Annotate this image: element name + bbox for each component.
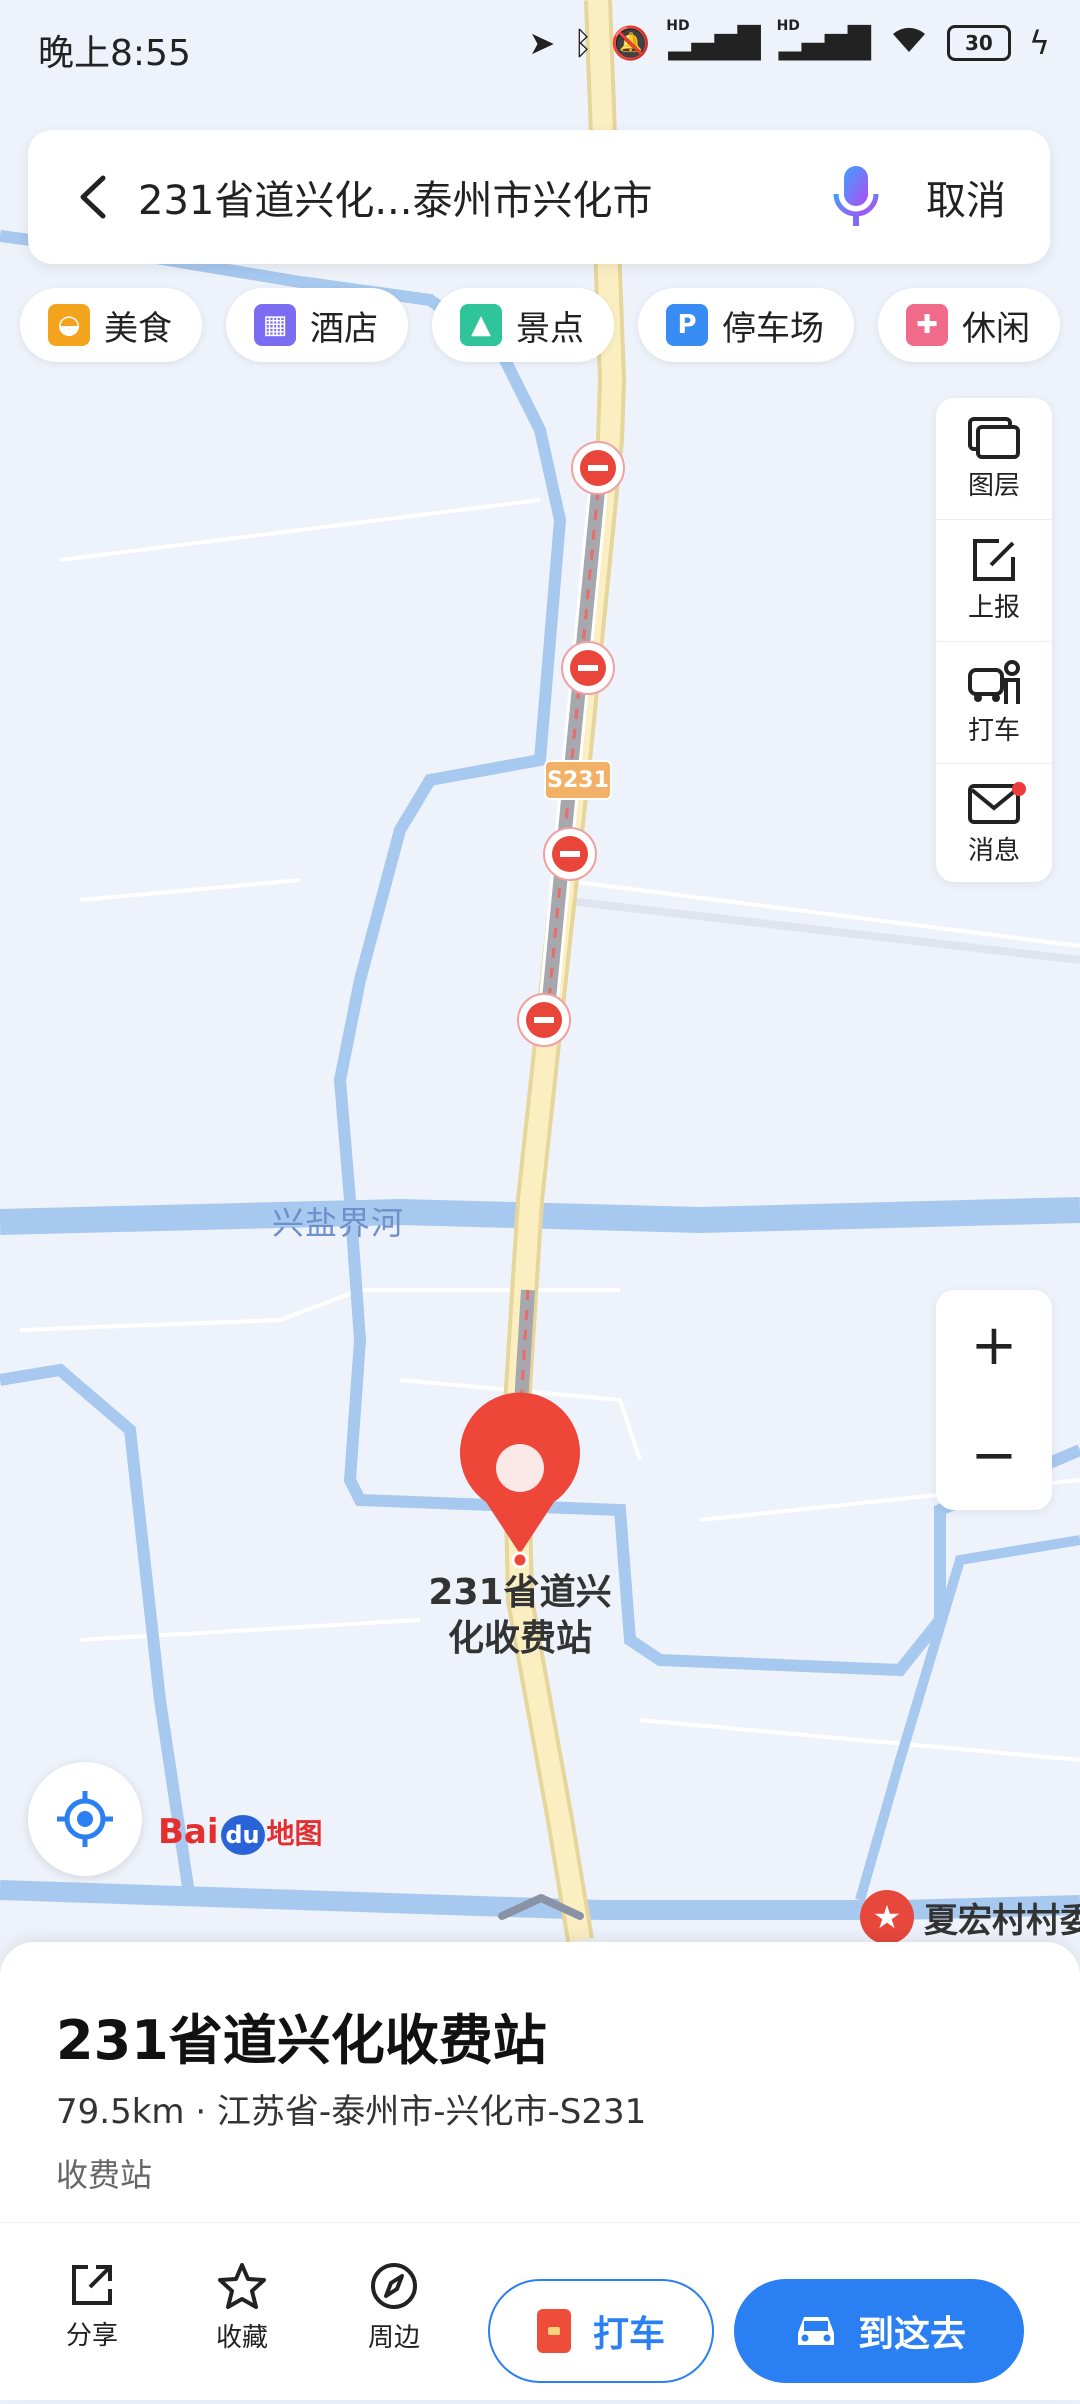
poi-category: 收费站 (56, 2156, 153, 2194)
taxi-person-icon (968, 660, 1020, 704)
favorite-button[interactable]: 收藏 (182, 2261, 302, 2354)
taxi-tool-button[interactable]: 打车 (936, 642, 1052, 764)
mute-bell-icon: 🔕 (610, 24, 651, 62)
chip-leisure[interactable]: ✚ 休闲 (878, 288, 1060, 362)
zoom-in-button[interactable]: + (936, 1290, 1052, 1400)
action-bar: 分享 收藏 周边 打车 到这去 (0, 2222, 1080, 2401)
layers-label: 图层 (967, 471, 1020, 501)
chip-label: 休闲 (962, 308, 1030, 349)
taxi-button-label: 打车 (592, 2314, 665, 2355)
road-closure-icon (543, 827, 597, 881)
river-label: 兴盐界河 (272, 1204, 405, 1242)
bluetooth-icon: ᛒ (573, 24, 593, 62)
baidu-map-logo: Bai du 地图 (158, 1812, 323, 1855)
back-button[interactable] (48, 130, 138, 264)
road-closure-icon (561, 641, 615, 695)
scenic-icon: ▲ (460, 304, 502, 346)
share-icon (72, 2265, 112, 2305)
zoom-out-button[interactable]: − (936, 1400, 1052, 1510)
status-time: 晚上8:55 (38, 33, 191, 74)
battery-icon: 30 (946, 25, 1011, 61)
search-input[interactable]: 231省道兴化...泰州市兴化市 (138, 168, 816, 226)
drag-handle-icon[interactable] (496, 1892, 586, 1922)
cancel-button[interactable]: 取消 (926, 168, 1006, 226)
chip-hotel[interactable]: ▦ 酒店 (226, 288, 408, 362)
chevron-left-icon (80, 175, 106, 219)
report-button[interactable]: 上报 (936, 520, 1052, 642)
share-label: 分享 (65, 2321, 118, 2351)
edit-icon (973, 539, 1015, 581)
poi-title: 231省道兴化收费站 (56, 2009, 547, 2072)
report-label: 上报 (967, 593, 1020, 623)
poi-address: 79.5km · 江苏省-泰州市-兴化市-S231 (56, 2092, 647, 2132)
signal-hd-icon: HD ▂▄▆█ (776, 17, 871, 61)
hotel-icon: ▦ (254, 304, 296, 346)
messages-label: 消息 (967, 836, 1020, 866)
chip-parking[interactable]: P 停车场 (638, 288, 854, 362)
go-here-label: 到这去 (857, 2314, 966, 2355)
go-here-button[interactable]: 到这去 (734, 2279, 1024, 2383)
car-icon (797, 2317, 834, 2345)
chip-label: 景点 (516, 308, 584, 349)
crosshair-icon (57, 1791, 113, 1847)
favorite-label: 收藏 (215, 2323, 268, 2353)
poi-map-label[interactable]: 231省道兴化收费站 (420, 1570, 620, 1662)
leisure-icon: ✚ (906, 304, 948, 346)
poi-detail-sheet[interactable]: 231省道兴化收费站 79.5km · 江苏省-泰州市-兴化市-S231 收费站… (0, 1894, 1080, 2401)
taxi-tool-label: 打车 (967, 716, 1020, 746)
star-outline-icon (218, 2263, 266, 2309)
chip-scenic[interactable]: ▲ 景点 (432, 288, 614, 362)
map-toolbar: 图层 上报 打车 消息 (936, 398, 1052, 882)
road-closure-icon (517, 993, 571, 1047)
microphone-icon (833, 166, 879, 226)
wifi-icon (889, 24, 929, 62)
chip-label: 美食 (104, 308, 172, 349)
zoom-controls: + − (936, 1290, 1052, 1510)
poi-marker-village[interactable]: ★ 夏宏村村委 (860, 1890, 1080, 1944)
locate-me-button[interactable] (28, 1762, 142, 1876)
chip-food[interactable]: ◒ 美食 (20, 288, 202, 362)
taxi-button[interactable]: 打车 (488, 2279, 714, 2383)
category-chips: ◒ 美食 ▦ 酒店 ▲ 景点 P 停车场 ✚ 休闲 (20, 288, 1060, 362)
signal-hd-icon: HD ▂▄▆█ (666, 17, 761, 61)
compass-icon (371, 2263, 417, 2309)
chip-label: 酒店 (310, 308, 378, 349)
voice-search-button[interactable] (816, 130, 896, 264)
messages-button[interactable]: 消息 (936, 764, 1052, 885)
road-closure-icon (571, 441, 625, 495)
nearby-button[interactable]: 周边 (334, 2261, 454, 2354)
red-envelope-icon (536, 2309, 571, 2353)
nearby-label: 周边 (367, 2323, 420, 2353)
share-button[interactable]: 分享 (32, 2261, 152, 2352)
road-shield-s231: S231 (544, 760, 612, 800)
status-icons: ➤ ᛒ 🔕 HD ▂▄▆█ HD ▂▄▆█ 30 ϟ (528, 17, 1050, 63)
charging-icon: ϟ (1028, 24, 1050, 62)
notification-dot (1012, 782, 1026, 796)
search-bar: 231省道兴化...泰州市兴化市 取消 (28, 130, 1050, 264)
layers-button[interactable]: 图层 (936, 398, 1052, 520)
location-arrow-icon: ➤ (528, 24, 556, 62)
food-icon: ◒ (48, 304, 90, 346)
status-bar: 晚上8:55 ➤ ᛒ 🔕 HD ▂▄▆█ HD ▂▄▆█ 30 ϟ (0, 0, 1080, 96)
star-icon: ★ (860, 1890, 914, 1944)
parking-icon: P (666, 304, 708, 346)
chip-label: 停车场 (722, 308, 824, 349)
layers-icon (968, 417, 1020, 459)
poi-village-label: 夏宏村村委 (924, 1900, 1080, 1941)
